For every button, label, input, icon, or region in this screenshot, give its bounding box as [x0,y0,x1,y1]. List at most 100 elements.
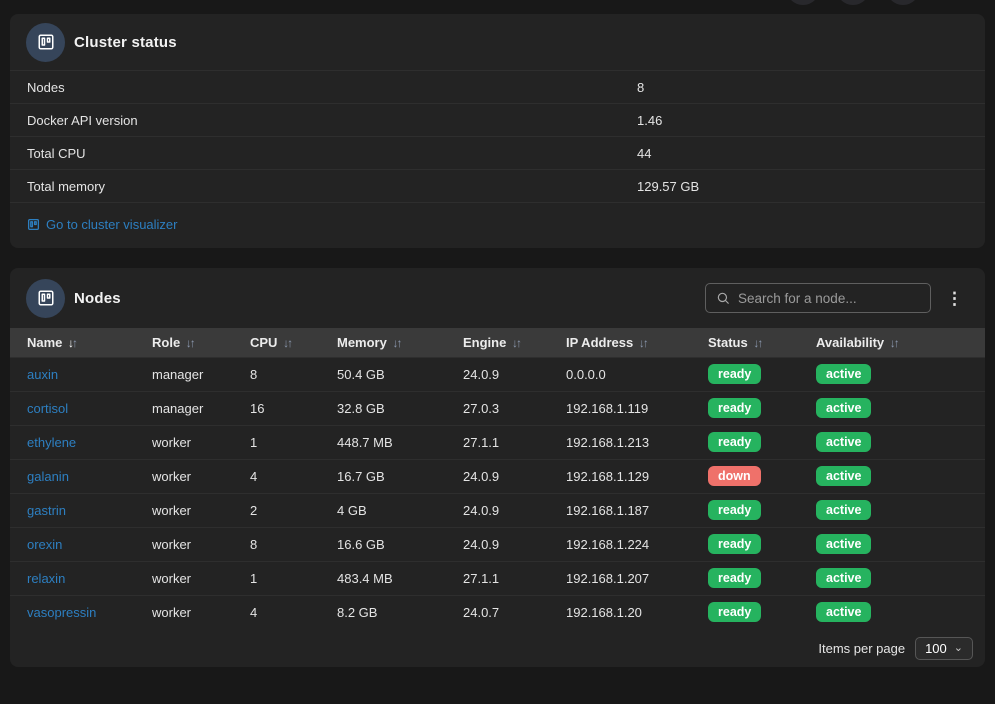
availability-badge: active [816,466,871,486]
node-table-row: auxin manager 8 50.4 GB 24.0.9 0.0.0.0 r… [10,357,985,391]
cluster-visualizer-link[interactable]: Go to cluster visualizer [27,217,178,232]
cell-memory: 50.4 GB [320,357,446,391]
row-label: Docker API version [27,113,637,128]
cell-role: worker [135,527,233,561]
row-label: Total CPU [27,146,637,161]
cell-name: ethylene [10,425,135,459]
node-table-row: gastrin worker 2 4 GB 24.0.9 192.168.1.1… [10,493,985,527]
cell-cpu: 4 [233,459,320,493]
column-header-label: Role [152,335,180,350]
row-value: 129.57 GB [637,179,968,194]
cell-role: worker [135,459,233,493]
cell-cpu: 8 [233,527,320,561]
cell-name: vasopressin [10,595,135,629]
cell-status: ready [691,561,799,595]
search-icon [716,291,730,305]
node-search-box [705,283,931,313]
node-name-link[interactable]: vasopressin [27,605,96,620]
column-header[interactable]: Engine ↓↑ [446,328,549,357]
node-name-link[interactable]: relaxin [27,571,65,586]
header-circle-button[interactable] [786,0,820,5]
node-name-link[interactable]: orexin [27,537,62,552]
cluster-status-rows: Nodes 8 Docker API version 1.46 Total CP… [10,70,985,202]
cell-role: worker [135,493,233,527]
availability-badge: active [816,602,871,622]
cell-ip: 192.168.1.187 [549,493,691,527]
cell-ip: 192.168.1.213 [549,425,691,459]
sort-asc-icon: ↑ [396,336,400,350]
column-header[interactable]: Availability ↓↑ [799,328,985,357]
cell-memory: 4 GB [320,493,446,527]
row-value: 1.46 [637,113,968,128]
dashboard-page: Cluster status Nodes 8 Docker API versio… [0,0,995,704]
sort-icons: ↓↑ [512,336,520,350]
row-value: 8 [637,80,968,95]
node-table-row: vasopressin worker 4 8.2 GB 24.0.7 192.1… [10,595,985,629]
column-header[interactable]: IP Address ↓↑ [549,328,691,357]
cluster-status-header: Cluster status [10,14,985,70]
cluster-status-row: Total CPU 44 [10,136,985,169]
column-header-label: IP Address [566,335,633,350]
cell-memory: 32.8 GB [320,391,446,425]
cell-status: ready [691,595,799,629]
column-header[interactable]: Status ↓↑ [691,328,799,357]
cell-name: orexin [10,527,135,561]
cell-cpu: 16 [233,391,320,425]
column-header[interactable]: Name ↓↑ [10,328,135,357]
cell-role: worker [135,425,233,459]
cluster-status-row: Total memory 129.57 GB [10,169,985,202]
cell-engine: 24.0.9 [446,357,549,391]
cell-role: manager [135,357,233,391]
column-header[interactable]: Role ↓↑ [135,328,233,357]
cell-engine: 27.1.1 [446,425,549,459]
items-per-page-select[interactable]: 100 ⌄ [915,637,973,660]
column-header-label: Status [708,335,748,350]
panel-title: Cluster status [74,34,177,51]
status-badge: ready [708,534,761,554]
cell-ip: 192.168.1.20 [549,595,691,629]
node-name-link[interactable]: ethylene [27,435,76,450]
sort-icons: ↓↑ [639,336,647,350]
node-table-row: orexin worker 8 16.6 GB 24.0.9 192.168.1… [10,527,985,561]
header-circle-button[interactable] [886,0,920,5]
availability-badge: active [816,568,871,588]
sort-icons: ↓↑ [68,336,76,350]
node-table-row: cortisol manager 16 32.8 GB 27.0.3 192.1… [10,391,985,425]
node-name-link[interactable]: gastrin [27,503,66,518]
cell-name: cortisol [10,391,135,425]
cell-status: ready [691,357,799,391]
column-header-label: Engine [463,335,506,350]
cell-availability: active [799,459,985,493]
availability-badge: active [816,398,871,418]
cell-cpu: 1 [233,561,320,595]
node-table-row: galanin worker 4 16.7 GB 24.0.9 192.168.… [10,459,985,493]
node-search-input[interactable] [738,291,920,306]
sort-asc-icon: ↑ [72,336,76,350]
cell-engine: 24.0.9 [446,493,549,527]
node-name-link[interactable]: galanin [27,469,69,484]
header-circle-button[interactable] [836,0,870,5]
node-name-link[interactable]: cortisol [27,401,68,416]
items-per-page-value: 100 [925,641,947,656]
node-name-link[interactable]: auxin [27,367,58,382]
nodes-panel: Nodes ⋮ Name ↓↑ [10,268,985,667]
nodes-table-body: auxin manager 8 50.4 GB 24.0.9 0.0.0.0 r… [10,357,985,629]
cell-status: ready [691,425,799,459]
cluster-status-row: Nodes 8 [10,70,985,103]
table-footer: Items per page 100 ⌄ [10,629,985,667]
row-value: 44 [637,146,968,161]
sort-icons: ↓↑ [283,336,291,350]
column-header-label: Memory [337,335,387,350]
cell-cpu: 8 [233,357,320,391]
cell-status: down [691,459,799,493]
cell-availability: active [799,595,985,629]
sort-icons: ↓↑ [890,336,898,350]
cell-ip: 192.168.1.129 [549,459,691,493]
column-header[interactable]: Memory ↓↑ [320,328,446,357]
cell-availability: active [799,357,985,391]
cell-memory: 8.2 GB [320,595,446,629]
column-header[interactable]: CPU ↓↑ [233,328,320,357]
cell-availability: active [799,391,985,425]
column-header-label: CPU [250,335,277,350]
kebab-menu-icon[interactable]: ⋮ [940,286,969,311]
